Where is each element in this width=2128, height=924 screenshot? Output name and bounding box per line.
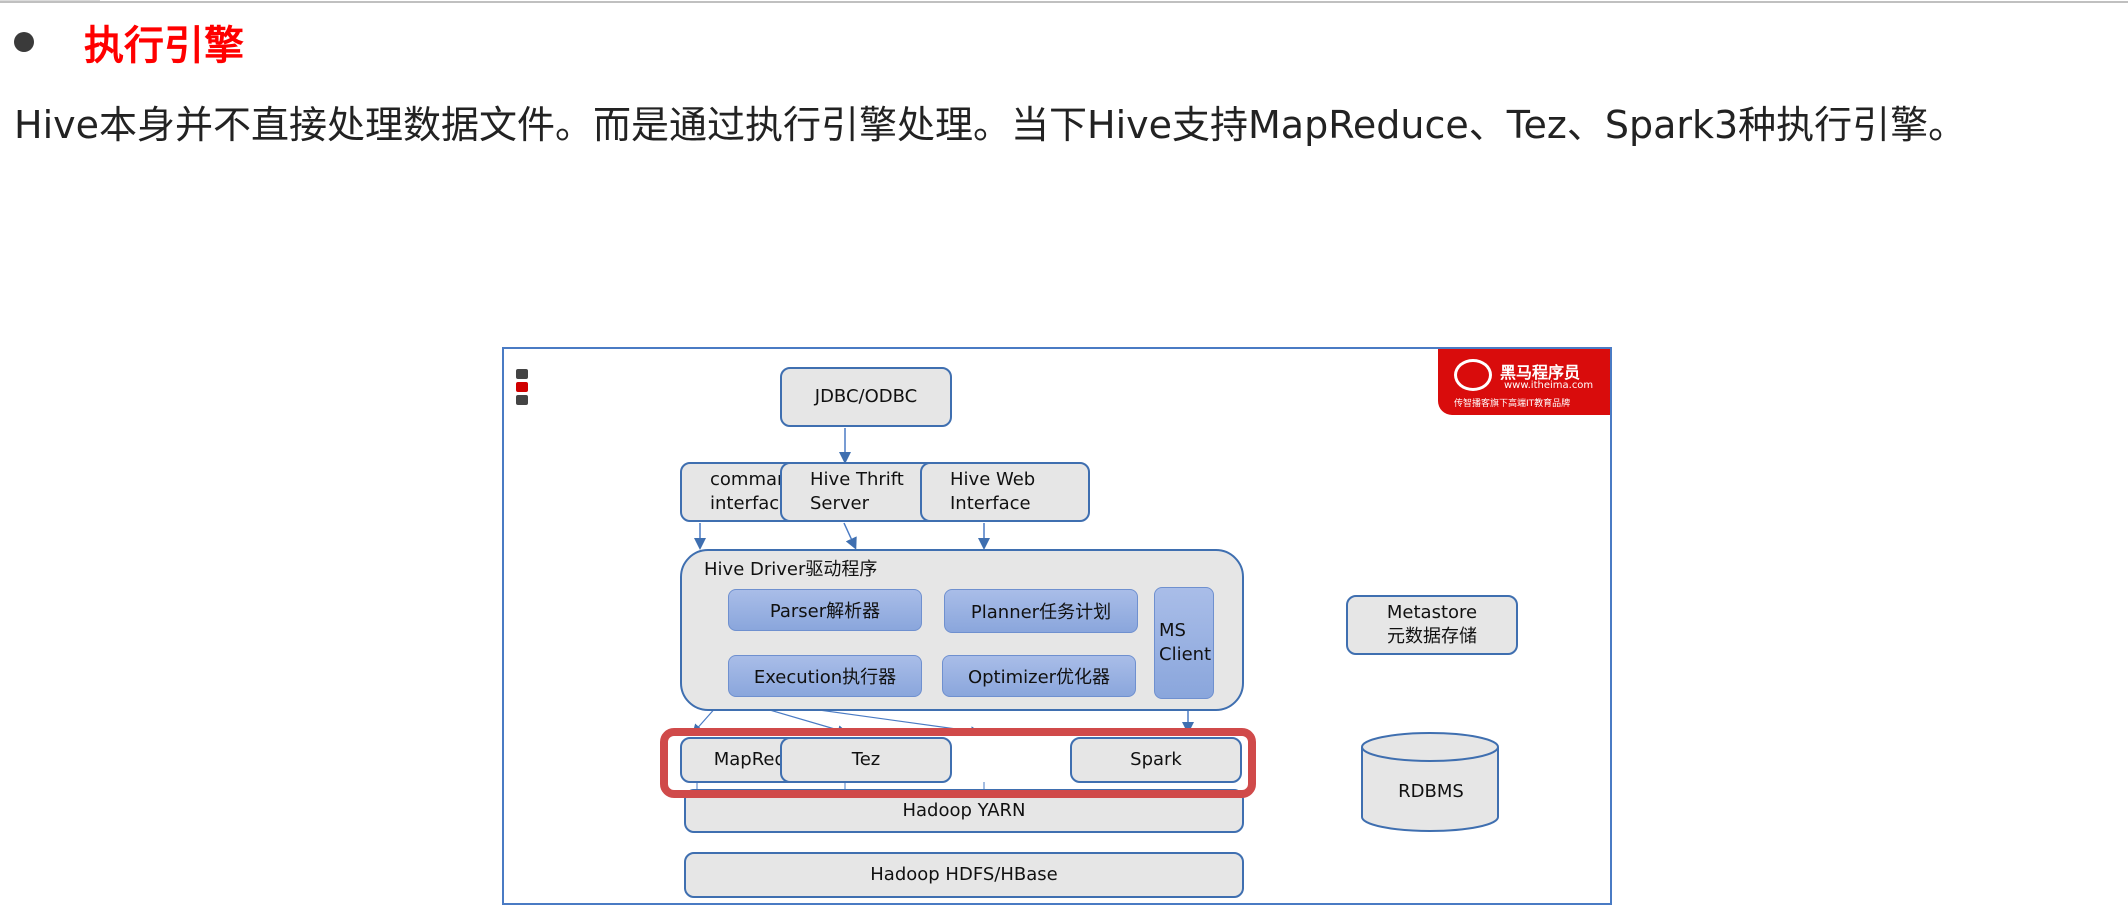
rdbms-label: RDBMS: [1398, 781, 1464, 802]
execution-box: Execution执行器: [728, 655, 922, 697]
thrift-label-2: Server: [810, 493, 870, 514]
optimizer-box: Optimizer优化器: [942, 655, 1136, 697]
heading-text: 执行引擎: [84, 23, 244, 69]
yarn-label: Hadoop YARN: [902, 800, 1026, 821]
ms-client-label-1: MS: [1159, 620, 1186, 641]
hive-architecture-diagram: 黑马程序员 www.itheima.com 传智播客旗下高端IT教育品牌 JDB…: [502, 347, 1612, 905]
jdbc-label: JDBC/ODBC: [814, 386, 918, 407]
web-label-1: Hive Web: [950, 469, 1036, 490]
ms-client-box: MS Client: [1154, 587, 1214, 699]
thrift-label-1: Hive Thrift: [810, 469, 904, 490]
hive-driver-box: Hive Driver驱动程序 Parser解析器 Planner任务计划 Ex…: [680, 549, 1244, 711]
planner-label: Planner任务计划: [970, 602, 1112, 623]
jdbc-odbc-box: JDBC/ODBC: [780, 367, 952, 427]
section-heading: 执行引擎: [14, 14, 244, 70]
optimizer-label: Optimizer优化器: [967, 667, 1111, 688]
metastore-box: Metastore 元数据存储: [1346, 595, 1518, 655]
engine-label: Spark: [1130, 749, 1182, 770]
engine-tez-box: Tez: [780, 737, 952, 783]
hadoop-hdfs-box: Hadoop HDFS/HBase: [684, 852, 1244, 898]
top-divider: [0, 1, 2128, 3]
driver-title: Hive Driver驱动程序: [704, 559, 878, 580]
cli-label-2: interface: [710, 493, 791, 514]
metastore-label-1: Metastore: [1386, 602, 1478, 623]
execution-label: Execution执行器: [753, 667, 897, 688]
bullet-icon: [14, 32, 34, 52]
engine-label: Tez: [851, 749, 881, 770]
parser-label: Parser解析器: [769, 601, 881, 622]
web-label-2: Interface: [950, 493, 1031, 514]
parser-box: Parser解析器: [728, 589, 922, 631]
planner-box: Planner任务计划: [944, 589, 1138, 633]
engine-spark-box: Spark: [1070, 737, 1242, 783]
ms-client-label-2: Client: [1159, 644, 1212, 665]
hdfs-label: Hadoop HDFS/HBase: [870, 864, 1058, 885]
description-paragraph: Hive本身并不直接处理数据文件。而是通过执行引擎处理。当下Hive支持MapR…: [14, 103, 1967, 147]
web-interface-box: Hive Web Interface: [920, 462, 1090, 522]
arrow-thrift-driver: [843, 522, 857, 550]
metastore-label-2: 元数据存储: [1386, 626, 1477, 647]
